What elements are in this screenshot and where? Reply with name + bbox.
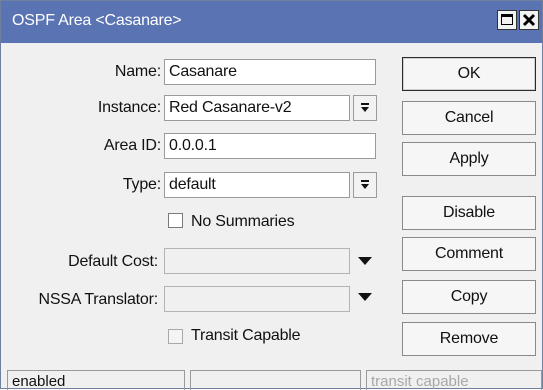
remove-button[interactable]: Remove [402, 322, 536, 356]
instance-select[interactable]: Red Casanare-v2 [164, 95, 350, 121]
no-summaries-label: No Summaries [191, 213, 295, 230]
window-title: OSPF Area <Casanare> [12, 12, 182, 29]
area-id-field[interactable]: 0.0.0.1 [164, 133, 376, 159]
nssa-translator-label: NSSA Translator: [38, 291, 158, 308]
no-summaries-checkbox[interactable] [168, 213, 183, 228]
nssa-translator-field[interactable] [164, 286, 350, 312]
dropdown-arrow-icon [361, 180, 369, 189]
ospf-area-window: OSPF Area <Casanare> Name: Casanare Inst… [0, 0, 543, 390]
close-button[interactable] [519, 10, 539, 30]
instance-dropdown-button[interactable] [353, 95, 377, 121]
default-cost-label: Default Cost: [68, 253, 158, 270]
instance-label: Instance: [97, 99, 161, 116]
apply-button[interactable]: Apply [402, 142, 536, 176]
status-transit-capable: transit capable [366, 370, 542, 390]
copy-button[interactable]: Copy [402, 280, 536, 314]
ok-button[interactable]: OK [402, 57, 536, 91]
type-select[interactable]: default [164, 172, 350, 198]
default-cost-field[interactable] [164, 248, 350, 274]
close-icon [522, 13, 536, 27]
name-field[interactable]: Casanare [164, 59, 376, 85]
nssa-translator-dropdown-icon[interactable] [358, 293, 372, 301]
transit-capable-label: Transit Capable [191, 327, 301, 344]
status-middle [190, 370, 361, 390]
title-bar[interactable]: OSPF Area <Casanare> [1, 1, 542, 43]
cancel-button[interactable]: Cancel [402, 101, 536, 135]
comment-button[interactable]: Comment [402, 237, 536, 271]
disable-button[interactable]: Disable [402, 196, 536, 230]
name-label: Name: [114, 63, 161, 80]
status-enabled: enabled [7, 370, 185, 390]
maximize-icon [501, 14, 513, 25]
maximize-button[interactable] [497, 10, 517, 30]
dropdown-arrow-icon [361, 103, 369, 112]
area-id-label: Area ID: [103, 137, 161, 154]
default-cost-dropdown-icon[interactable] [358, 257, 372, 265]
type-dropdown-button[interactable] [353, 172, 377, 198]
transit-capable-checkbox[interactable] [168, 329, 183, 344]
type-label: Type: [122, 176, 161, 193]
